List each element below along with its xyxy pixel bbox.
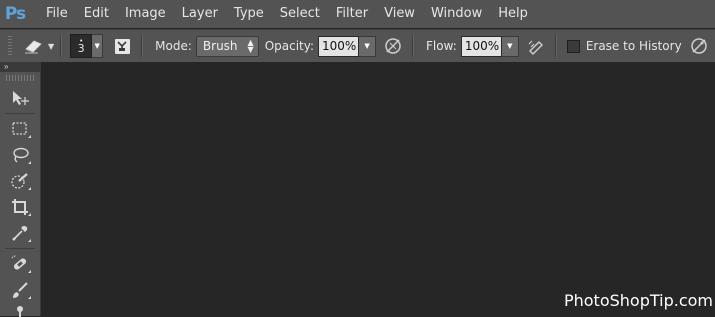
divider [60,35,63,57]
menu-edit[interactable]: Edit [76,0,117,28]
brush-tool-icon[interactable] [0,277,40,303]
mode-select[interactable]: Brush ▲ ▼ [195,35,259,57]
submenu-corner-icon [28,213,31,216]
watermark-text: PhotoShopTip.com [563,291,713,310]
crop-tool-icon[interactable] [0,194,40,220]
brush-panel-toggle-icon[interactable] [113,37,131,55]
flow-input[interactable]: 100% [460,35,502,57]
flow-dropdown-icon[interactable]: ▼ [501,35,519,57]
menu-bar: Ps File Edit Image Layer Type Select Fil… [0,0,715,28]
menu-window[interactable]: Window [423,0,490,28]
clone-stamp-tool-icon[interactable] [0,303,40,317]
submenu-corner-icon [28,239,31,242]
spot-healing-brush-icon[interactable] [0,251,40,277]
photoshop-logo[interactable]: Ps [0,0,30,28]
divider [412,35,415,57]
tools-panel-grip[interactable] [6,75,34,81]
menu-filter[interactable]: Filter [328,0,376,28]
menu-select[interactable]: Select [272,0,328,28]
divider [141,35,144,57]
tool-preset-picker[interactable]: ▼ [22,35,54,57]
submenu-corner-icon [28,187,31,190]
brush-size-value: 3 [77,42,85,55]
opacity-input[interactable]: 100% [318,35,360,57]
eraser-icon [22,38,44,54]
mode-value: Brush [202,39,238,53]
pressure-size-icon[interactable] [690,37,708,55]
erase-to-history-checkbox[interactable] [566,39,580,53]
mode-label: Mode: [155,39,192,53]
flow-label: Flow: [426,39,457,53]
erase-to-history-label: Erase to History [585,39,682,53]
opacity-dropdown-icon[interactable]: ▼ [359,35,377,57]
menu-layer[interactable]: Layer [174,0,226,28]
move-tool-icon[interactable] [0,85,40,111]
submenu-corner-icon [28,270,31,273]
submenu-corner-icon [28,296,31,299]
brush-size-preview: • 3 [70,34,93,58]
menu-type[interactable]: Type [226,0,272,28]
quick-selection-tool-icon[interactable] [0,168,40,194]
divider [554,35,557,57]
airbrush-icon[interactable] [527,37,545,55]
pressure-opacity-icon[interactable] [384,37,402,55]
options-bar: ▼ • 3 ▼ Mode: Brush ▲ ▼ Opacity: 100% ▼ F… [0,29,715,63]
lasso-tool-icon[interactable] [0,142,40,168]
tools-panel: » [0,62,41,317]
menu-help[interactable]: Help [490,0,536,28]
tool-preset-caret-icon: ▼ [48,41,55,51]
menu-image[interactable]: Image [117,0,174,28]
menu-file[interactable]: File [38,0,76,28]
submenu-corner-icon [28,161,31,164]
menu-view[interactable]: View [376,0,423,28]
submenu-corner-icon [28,135,31,138]
options-bar-grip[interactable] [8,36,12,56]
tools-panel-collapse[interactable]: » [0,62,40,72]
rectangular-marquee-tool-icon[interactable] [0,116,40,142]
brush-size-picker[interactable]: • 3 ▼ [70,34,104,58]
updown-arrow-icon: ▲ ▼ [247,38,254,54]
divider [5,248,35,249]
canvas-workspace[interactable]: PhotoShopTip.com [41,62,715,316]
opacity-label: Opacity: [264,39,315,53]
brush-size-dropdown-icon[interactable]: ▼ [92,34,104,58]
divider [5,113,35,114]
eyedropper-tool-icon[interactable] [0,220,40,246]
